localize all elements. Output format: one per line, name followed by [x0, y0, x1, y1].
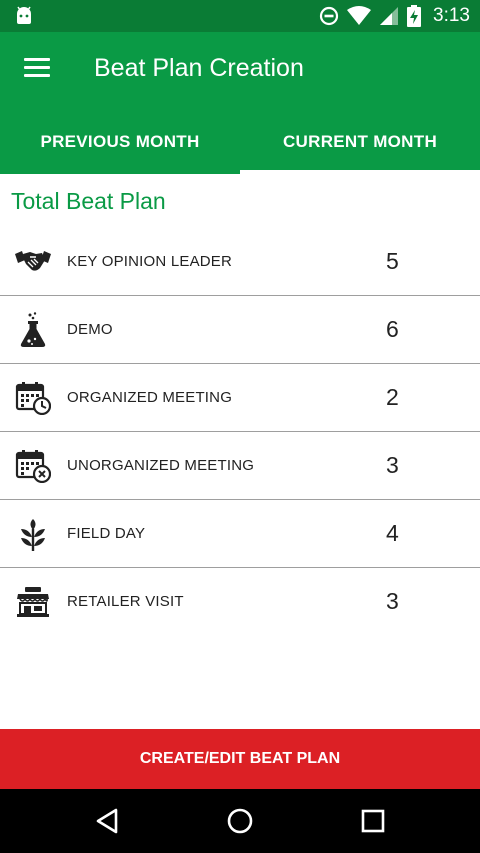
item-count: 3: [386, 588, 399, 614]
item-label: KEY OPINION LEADER: [67, 253, 233, 270]
calendar-cancel-icon: [14, 448, 52, 484]
tab-label: CURRENT MONTH: [282, 132, 438, 151]
item-label: FIELD DAY: [67, 525, 146, 542]
tab-label: PREVIOUS MONTH: [40, 132, 200, 151]
item-count: 4: [386, 520, 399, 546]
status-time: 3:13: [433, 5, 470, 26]
system-nav-bar: [0, 789, 480, 853]
list-item-demo[interactable]: DEMO 6: [0, 296, 480, 364]
plant-icon: [14, 516, 52, 552]
android-icon: [17, 6, 31, 24]
home-icon[interactable]: [224, 805, 256, 837]
cta-label: CREATE/EDIT BEAT PLAN: [139, 750, 341, 767]
recents-icon[interactable]: [357, 805, 389, 837]
calendar-clock-icon: [14, 380, 52, 416]
list-item-key-opinion-leader[interactable]: KEY OPINION LEADER 5: [0, 228, 480, 296]
tab-previous-month[interactable]: PREVIOUS MONTH: [0, 110, 240, 174]
beat-plan-list: KEY OPINION LEADER 5 DEMO 6 ORGANIZED ME…: [0, 228, 480, 636]
flask-icon: [14, 312, 52, 348]
dnd-icon: [319, 6, 339, 26]
list-item-organized-meeting[interactable]: ORGANIZED MEETING 2: [0, 364, 480, 432]
list-item-field-day[interactable]: FIELD DAY 4: [0, 500, 480, 568]
item-count: 5: [386, 248, 399, 274]
item-label: UNORGANIZED MEETING: [67, 457, 255, 474]
item-label: ORGANIZED MEETING: [67, 389, 233, 406]
wifi-icon: [347, 6, 372, 25]
month-tabs: PREVIOUS MONTH CURRENT MONTH: [0, 110, 480, 174]
item-label: RETAILER VISIT: [67, 593, 184, 610]
tab-current-month[interactable]: CURRENT MONTH: [240, 110, 480, 174]
store-icon: [14, 584, 52, 620]
list-item-unorganized-meeting[interactable]: UNORGANIZED MEETING 3: [0, 432, 480, 500]
list-item-retailer-visit[interactable]: RETAILER VISIT 3: [0, 568, 480, 636]
battery-charging-icon: [407, 5, 422, 27]
back-icon[interactable]: [92, 805, 124, 837]
item-label: DEMO: [67, 321, 113, 338]
item-count: 6: [386, 316, 399, 342]
item-count: 3: [386, 452, 399, 478]
status-bar: 3:13: [0, 0, 480, 32]
hamburger-menu-icon[interactable]: [24, 58, 50, 80]
app-bar: Beat Plan Creation: [0, 32, 480, 110]
handshake-icon: [14, 244, 52, 280]
page-title: Beat Plan Creation: [94, 54, 304, 82]
item-count: 2: [386, 384, 399, 410]
signal-icon: [380, 7, 399, 25]
section-title: Total Beat Plan: [11, 188, 166, 214]
create-edit-beat-plan-button[interactable]: CREATE/EDIT BEAT PLAN: [0, 729, 480, 789]
